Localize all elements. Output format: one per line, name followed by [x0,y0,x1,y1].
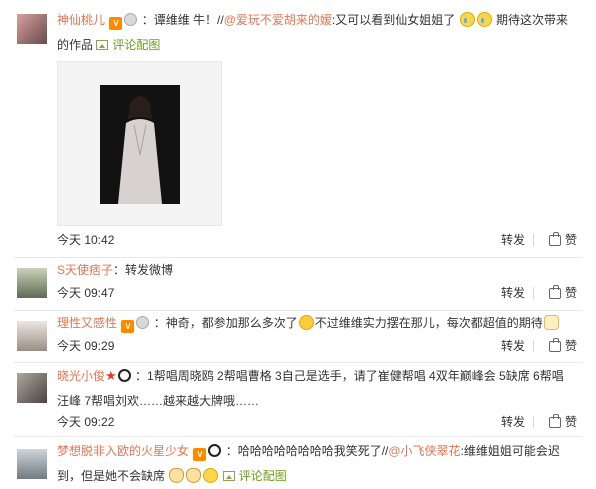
avatar[interactable] [17,321,47,351]
hand-emoji-icon [543,315,559,330]
comment-body: 神仙桃儿 V ：谭维维 牛！//@爱玩不爱胡来的嫒:又可以看到仙女姐姐了 期待这… [57,8,577,58]
like-label: 赞 [564,286,577,300]
medal-icon [136,316,150,329]
thumbs-up-icon [548,414,561,428]
panda-icon [117,369,131,382]
thumbs-up-icon [548,338,561,352]
thumbs-up-icon [548,232,561,246]
vip-badge-icon: V [193,448,207,461]
photo-figure [100,85,180,204]
comment-text: ：神奇，都参加那么多次了 [153,316,298,330]
cat-emoji-icon [186,468,202,483]
comment-meta: 今天 09:22 转发 赞 [57,412,577,432]
username[interactable]: 晓光小俊 [57,369,105,383]
comment-meta: 今天 09:29 转发 赞 [57,336,577,356]
repost-button[interactable]: 转发 [501,283,525,303]
divider [533,234,534,246]
cry-emoji-icon [476,12,492,27]
comment-text: :又可以看到仙女姐姐了 [331,13,456,27]
like-button[interactable]: 赞 [548,230,577,250]
panda-icon [208,444,222,457]
comment-text: ：转发微博 [113,263,174,277]
avatar[interactable] [17,449,47,479]
timestamp: 今天 10:42 [57,233,115,247]
comment-text: 不过维维实力摆在那儿，每次都超值的期待 [314,316,543,330]
comment-text: ：哈哈哈哈哈哈哈哈我笑死了// [225,444,389,458]
comment-text: 期待这次带来 [495,13,568,27]
username[interactable]: 理性又感性 [57,316,117,330]
comment-text: ：谭维维 牛！// [141,13,224,27]
comment-image[interactable] [57,61,222,226]
thumbs-up-icon [548,285,561,299]
comment-text: 的作品 [57,38,94,52]
mention-link[interactable]: @爱玩不爱胡来的嫒 [224,13,332,27]
avatar[interactable] [17,268,47,298]
comment-meta: 今天 10:42 转发 赞 [57,230,577,250]
repost-button[interactable]: 转发 [501,230,525,250]
like-button[interactable]: 赞 [548,336,577,356]
comment-text: ：1帮唱周晓鸥 2帮唱曹格 3自己是选手，请了崔健帮唱 4双年巅峰会 5缺席 6… [135,369,564,383]
cat-emoji-icon [169,468,185,483]
like-label: 赞 [564,339,577,353]
mention-link[interactable]: @小飞侠翠花 [388,444,460,458]
comment-text: 汪峰 7帮唱刘欢……越来越大牌哦…… [57,394,260,408]
comment-body: S天使痞子：转发微博 [57,258,577,283]
divider [533,416,534,428]
avatar[interactable] [17,373,47,403]
pic-link-label: 评论配图 [112,38,161,52]
username[interactable]: S天使痞子 [57,263,113,277]
comment-body: 晓光小俊★ ：1帮唱周晓鸥 2帮唱曹格 3自己是选手，请了崔健帮唱 4双年巅峰会… [57,363,577,414]
like-label: 赞 [564,233,577,247]
avatar[interactable] [17,14,47,44]
laugh-emoji-icon [298,315,314,330]
comment-body: 理性又感性 V ：神奇，都参加那么多次了 不过维维实力摆在那儿，每次都超值的期待 [57,311,577,336]
vip-badge-icon: V [109,17,123,30]
divider [533,340,534,352]
divider [14,436,582,437]
comment-text: :维维姐姐可能会迟 [460,444,560,458]
comment-list: 神仙桃儿 V ：谭维维 牛！//@爱玩不爱胡来的嫒:又可以看到仙女姐姐了 期待这… [0,0,596,489]
comment-body: 梦想脱非入欧的火星少女 V ：哈哈哈哈哈哈哈哈我笑死了//@小飞侠翠花:维维姐姐… [57,439,577,489]
cry-emoji-icon [459,12,475,27]
timestamp: 今天 09:29 [57,339,115,353]
like-button[interactable]: 赞 [548,283,577,303]
picture-icon [222,471,235,481]
like-button[interactable]: 赞 [548,412,577,432]
timestamp: 今天 09:22 [57,415,115,429]
pic-link-label: 评论配图 [238,469,287,483]
vip-badge-icon: V [121,320,135,333]
repost-button[interactable]: 转发 [501,336,525,356]
comment-picture-link[interactable]: 评论配图 [222,469,287,483]
like-label: 赞 [564,415,577,429]
comment-picture-link[interactable]: 评论配图 [96,38,160,52]
repost-button[interactable]: 转发 [501,412,525,432]
username[interactable]: 梦想脱非入欧的火星少女 [57,444,189,458]
medal-icon [124,13,138,26]
star-icon: ★ [105,368,117,383]
username[interactable]: 神仙桃儿 [57,13,105,27]
picture-icon [96,40,109,50]
smile-emoji-icon [203,468,219,483]
timestamp: 今天 09:47 [57,286,115,300]
comment-meta: 今天 09:47 转发 赞 [57,283,577,303]
divider [533,287,534,299]
photo [100,85,180,204]
comment-text: 到，但是她不会缺席 [57,469,166,483]
